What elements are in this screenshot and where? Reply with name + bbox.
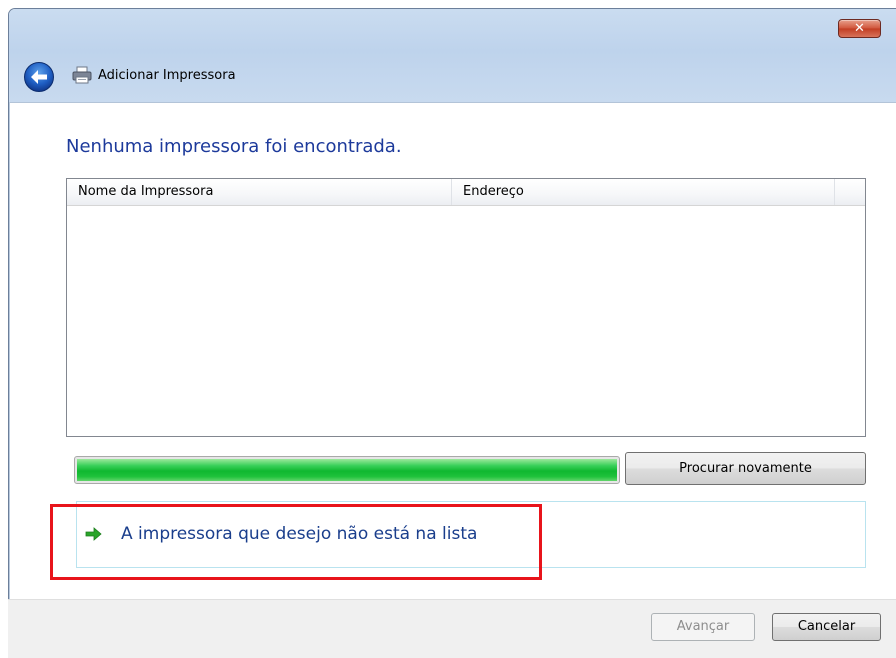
close-icon: ✕ (854, 21, 865, 36)
column-header-address[interactable]: Endereço (452, 179, 834, 205)
search-progress-bar (74, 456, 620, 484)
window-frame (9, 102, 10, 657)
window-title: Adicionar Impressora (98, 68, 236, 83)
back-button[interactable] (23, 61, 55, 93)
highlight-box (50, 504, 542, 580)
title-bar (9, 9, 896, 103)
next-button[interactable]: Avançar (651, 613, 755, 641)
column-header-printer-name[interactable]: Nome da Impressora (67, 179, 451, 205)
list-header: Nome da Impressora Endereço (67, 179, 865, 206)
progress-fill (77, 459, 617, 481)
column-separator[interactable] (834, 179, 835, 205)
dialog-footer (8, 599, 896, 658)
cancel-button[interactable]: Cancelar (772, 613, 881, 641)
search-again-button[interactable]: Procurar novamente (625, 452, 866, 485)
printer-icon (72, 66, 92, 84)
page-heading: Nenhuma impressora foi encontrada. (66, 136, 402, 157)
printer-list[interactable]: Nome da Impressora Endereço (66, 178, 866, 437)
close-button[interactable]: ✕ (838, 19, 881, 38)
